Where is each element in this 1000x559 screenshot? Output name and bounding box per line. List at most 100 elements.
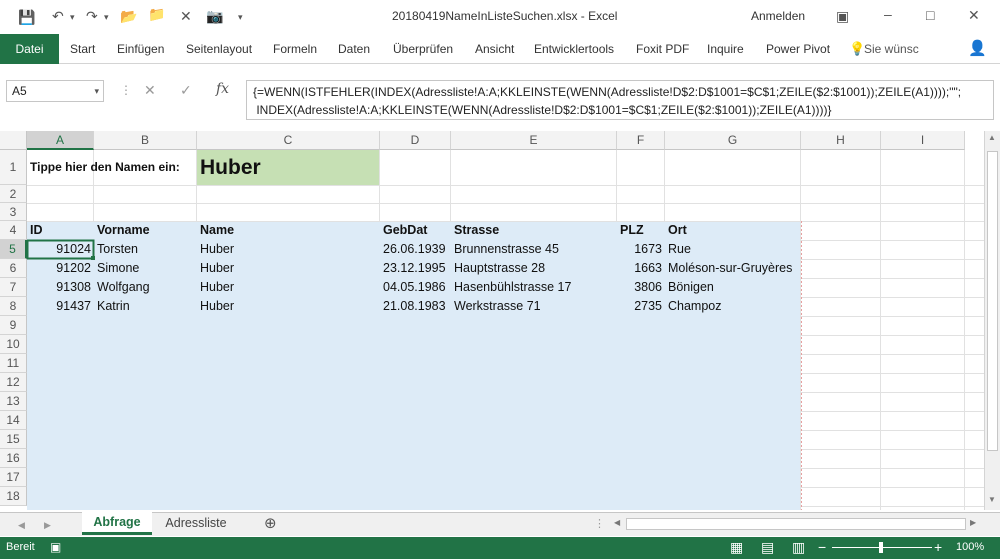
- zoom-slider[interactable]: [832, 542, 932, 553]
- maximize-icon[interactable]: □: [926, 7, 934, 23]
- zoom-out-icon[interactable]: −: [818, 539, 826, 555]
- row-header-18[interactable]: 18: [0, 487, 27, 506]
- name-box[interactable]: A5 ▾: [6, 80, 104, 102]
- cell-name[interactable]: Huber: [197, 278, 237, 297]
- cell-name[interactable]: Huber: [197, 240, 237, 259]
- column-header-e[interactable]: E: [451, 131, 617, 150]
- row-header-13[interactable]: 13: [0, 392, 27, 411]
- undo-icon[interactable]: ↶: [52, 8, 64, 24]
- header-id[interactable]: ID: [27, 221, 46, 240]
- column-header-h[interactable]: H: [801, 131, 881, 150]
- cell-id[interactable]: 91202: [27, 259, 94, 278]
- row-header-7[interactable]: 7: [0, 278, 27, 297]
- cell-strasse[interactable]: Hasenbühlstrasse 17: [451, 278, 574, 297]
- sheet-tab-abfrage[interactable]: Abfrage: [82, 512, 152, 535]
- cell-strasse[interactable]: Brunnenstrasse 45: [451, 240, 562, 259]
- tab-datei[interactable]: Datei: [0, 34, 59, 64]
- cell-gebdat[interactable]: 04.05.1986: [380, 278, 449, 297]
- tab-entwicklertools[interactable]: Entwicklertools: [534, 34, 614, 64]
- h-scroll-thumb[interactable]: [626, 518, 966, 530]
- column-header-g[interactable]: G: [665, 131, 801, 150]
- row-header-5[interactable]: 5: [0, 240, 27, 259]
- minimize-icon[interactable]: –: [884, 6, 892, 22]
- redo-icon[interactable]: ↷: [86, 8, 98, 24]
- header-vorname[interactable]: Vorname: [94, 221, 153, 240]
- tab-ansicht[interactable]: Ansicht: [475, 34, 514, 64]
- row-header-1[interactable]: 1: [0, 150, 27, 185]
- scroll-thumb[interactable]: [987, 151, 998, 451]
- column-header-b[interactable]: B: [94, 131, 197, 150]
- normal-view-icon[interactable]: ▦: [730, 539, 743, 556]
- scroll-left-icon[interactable]: ◀: [614, 518, 620, 527]
- column-header-f[interactable]: F: [617, 131, 665, 150]
- save-icon[interactable]: 💾: [18, 9, 35, 25]
- row-header-12[interactable]: 12: [0, 373, 27, 392]
- cell-vorname[interactable]: Simone: [94, 259, 142, 278]
- cell-gebdat[interactable]: 23.12.1995: [380, 259, 449, 278]
- row-header-8[interactable]: 8: [0, 297, 27, 316]
- camera-icon[interactable]: 📷: [206, 8, 223, 24]
- add-sheet-icon[interactable]: ⊕: [264, 516, 277, 532]
- tab-seitenlayout[interactable]: Seitenlayout: [186, 34, 252, 64]
- cell-ort[interactable]: Bönigen: [665, 278, 717, 297]
- customize-toolbar-icon[interactable]: ▾: [238, 9, 243, 25]
- tab-power-pivot[interactable]: Power Pivot: [766, 34, 830, 64]
- row-header-10[interactable]: 10: [0, 335, 27, 354]
- cell-gebdat[interactable]: 21.08.1983: [380, 297, 449, 316]
- cell-id[interactable]: 91024: [27, 240, 94, 259]
- header-plz[interactable]: PLZ: [617, 221, 647, 240]
- row-header-4[interactable]: 4: [0, 221, 27, 240]
- undo-dropdown-icon[interactable]: ▾: [70, 9, 75, 25]
- more-options-icon[interactable]: ⋮: [120, 82, 132, 98]
- next-sheet-icon[interactable]: ▶: [44, 517, 51, 533]
- cell-plz[interactable]: 2735: [617, 297, 665, 316]
- header-ort[interactable]: Ort: [665, 221, 690, 240]
- cell-plz[interactable]: 3806: [617, 278, 665, 297]
- cell-vorname[interactable]: Katrin: [94, 297, 133, 316]
- row-header-6[interactable]: 6: [0, 259, 27, 278]
- column-header-i[interactable]: I: [881, 131, 965, 150]
- sign-in-link[interactable]: Anmelden: [751, 9, 805, 23]
- row-header-3[interactable]: 3: [0, 203, 27, 221]
- cell-vorname[interactable]: Wolfgang: [94, 278, 153, 297]
- open-folder-icon[interactable]: 📂: [120, 8, 137, 24]
- tab-foxit-pdf[interactable]: Foxit PDF: [636, 34, 689, 64]
- cell-strasse[interactable]: Werkstrasse 71: [451, 297, 544, 316]
- formula-input[interactable]: {=WENN(ISTFEHLER(INDEX(Adressliste!A:A;K…: [246, 80, 994, 120]
- cell-name[interactable]: Huber: [197, 259, 237, 278]
- scroll-up-icon[interactable]: ▲: [988, 133, 996, 142]
- page-break-view-icon[interactable]: ▥: [792, 539, 805, 556]
- share-icon[interactable]: 👤: [968, 34, 987, 64]
- header-strasse[interactable]: Strasse: [451, 221, 502, 240]
- close-window-icon[interactable]: ✕: [968, 7, 980, 23]
- column-header-c[interactable]: C: [197, 131, 380, 150]
- row-header-9[interactable]: 9: [0, 316, 27, 335]
- cell-a1-prompt[interactable]: Tippe hier den Namen ein:: [27, 150, 183, 185]
- tab-daten[interactable]: Daten: [338, 34, 370, 64]
- folder-icon[interactable]: 📁: [148, 6, 165, 22]
- split-handle-icon[interactable]: ⋮: [594, 516, 605, 532]
- row-header-14[interactable]: 14: [0, 411, 27, 430]
- cell-ort[interactable]: Champoz: [665, 297, 725, 316]
- tell-me-input[interactable]: Sie wünsc: [864, 34, 919, 64]
- cell-plz[interactable]: 1663: [617, 259, 665, 278]
- row-header-17[interactable]: 17: [0, 468, 27, 487]
- row-header-15[interactable]: 15: [0, 430, 27, 449]
- cell-id[interactable]: 91308: [27, 278, 94, 297]
- enter-formula-icon[interactable]: ✓: [180, 82, 192, 98]
- column-header-d[interactable]: D: [380, 131, 451, 150]
- cell-ort[interactable]: Moléson-sur-Gruyères: [665, 259, 795, 278]
- zoom-thumb[interactable]: [879, 542, 883, 553]
- macro-record-icon[interactable]: ▣: [50, 540, 61, 554]
- ribbon-display-icon[interactable]: ▣: [836, 8, 849, 24]
- cell-vorname[interactable]: Torsten: [94, 240, 141, 259]
- page-layout-view-icon[interactable]: ▤: [761, 539, 774, 556]
- cell-strasse[interactable]: Hauptstrasse 28: [451, 259, 548, 278]
- tab-einfuegen[interactable]: Einfügen: [117, 34, 164, 64]
- header-name[interactable]: Name: [197, 221, 237, 240]
- horizontal-scrollbar[interactable]: ◀ ▶: [610, 516, 982, 532]
- sheet-tab-adressliste[interactable]: Adressliste: [158, 513, 234, 535]
- cell-c1-search-name[interactable]: Huber: [197, 150, 264, 185]
- select-all-corner[interactable]: [0, 131, 27, 150]
- scroll-right-icon[interactable]: ▶: [970, 518, 976, 527]
